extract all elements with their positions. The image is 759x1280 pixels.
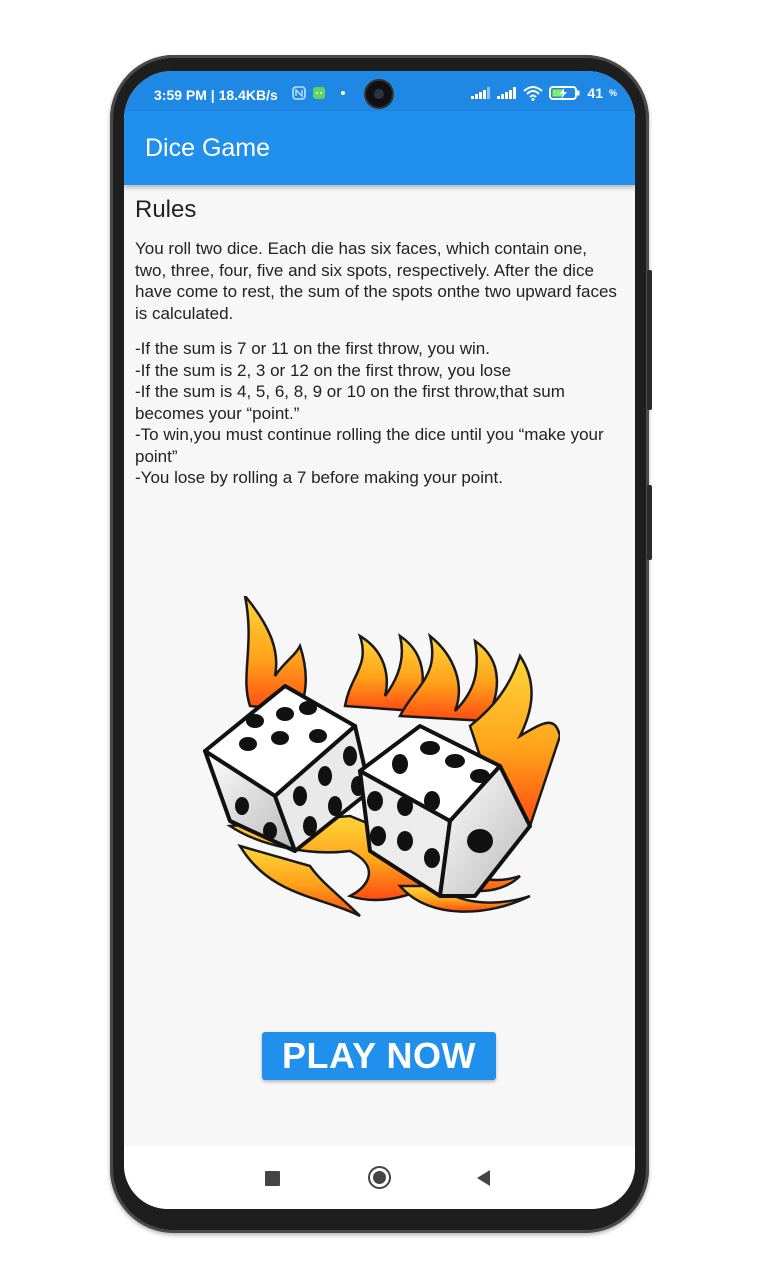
app-bar: Dice Game (124, 111, 635, 185)
battery-icon (549, 86, 580, 100)
power-button (647, 485, 652, 560)
android-icon (313, 87, 325, 99)
percent-sign: % (608, 88, 617, 98)
navigation-bar (124, 1146, 635, 1209)
signal-icon (471, 87, 491, 99)
status-icons: 41% (471, 85, 617, 101)
rule-line: -If the sum is 2, 3 or 12 on the first t… (135, 360, 512, 380)
status-bar: 3:59 PM | 18.4KB/s 41% (124, 71, 635, 111)
signal-icon (497, 87, 517, 99)
rules-list: -If the sum is 7 or 11 on the first thro… (135, 338, 620, 489)
nfc-icon (292, 86, 306, 100)
app-title: Dice Game (145, 134, 271, 162)
rules-intro: You roll two dice. Each die has six face… (135, 239, 617, 323)
back-icon[interactable] (477, 1170, 490, 1186)
rule-line: -You lose by rolling a 7 before making y… (135, 468, 503, 487)
battery-percent: 41 (587, 85, 603, 101)
wifi-icon (523, 86, 544, 101)
rule-line: -If the sum is 4, 5, 6, 8, 9 or 10 on th… (135, 382, 565, 423)
flaming-dice-illustration (200, 595, 562, 926)
home-icon[interactable] (368, 1166, 391, 1189)
status-time: 3:59 PM | 18.4KB/s (154, 87, 278, 103)
dot-icon (341, 91, 345, 95)
recents-icon[interactable] (265, 1171, 280, 1186)
volume-button (647, 270, 652, 410)
play-now-button[interactable]: PLAY NOW (262, 1032, 496, 1080)
front-camera (366, 81, 392, 107)
rules-heading: Rules (135, 196, 197, 223)
rule-line: -If the sum is 7 or 11 on the first thro… (135, 339, 490, 358)
rules-section: Rules You roll two dice. Each die has si… (135, 196, 620, 489)
screen: 3:59 PM | 18.4KB/s 41% Dice Game Rules Y… (124, 71, 635, 1209)
rule-line: -To win,you must continue rolling the di… (135, 425, 604, 466)
